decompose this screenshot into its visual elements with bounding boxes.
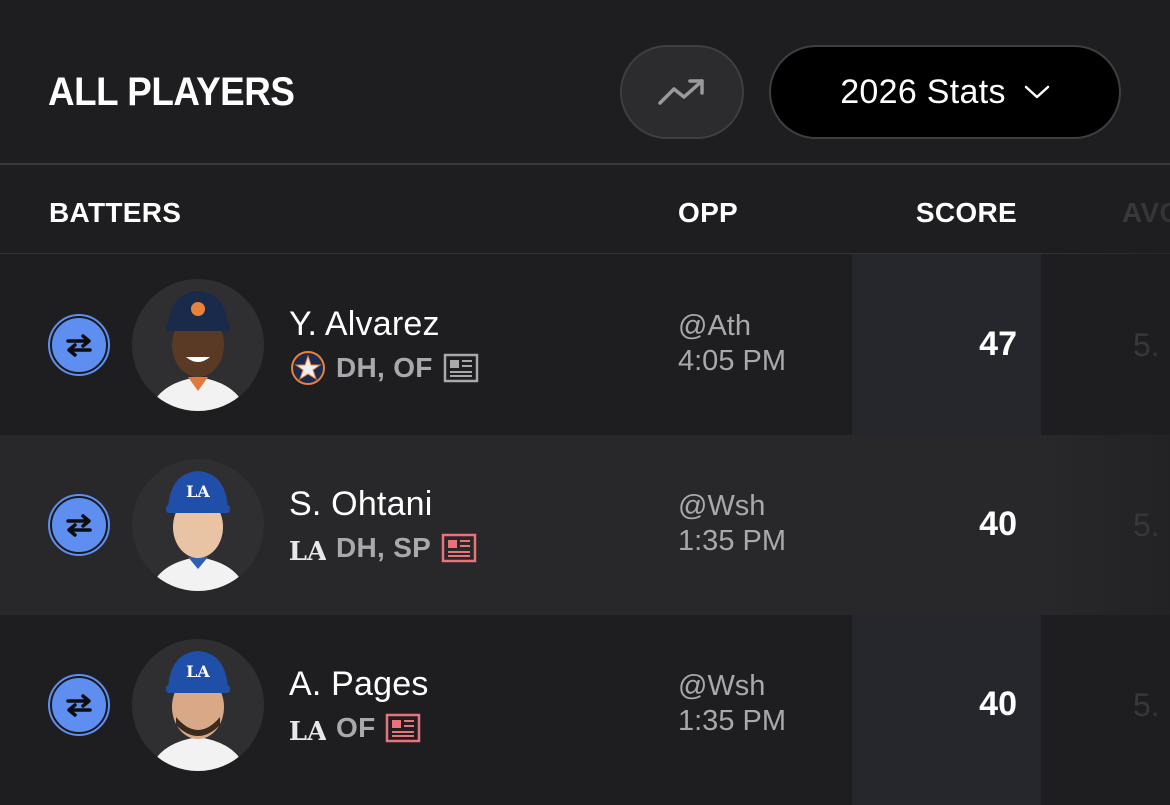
player-meta: LA DH, SP xyxy=(290,530,477,566)
game-time: 4:05 PM xyxy=(678,345,786,377)
player-positions: DH, OF xyxy=(336,352,433,383)
svg-text:LA: LA xyxy=(290,717,326,746)
player-meta: DH, OF xyxy=(290,350,479,386)
player-avatar[interactable] xyxy=(132,279,264,411)
table-row[interactable]: LA A. Pages LA OF @Wsh 1:35 PM 40 5. xyxy=(0,615,1170,795)
opponent: @Wsh xyxy=(678,670,766,702)
astros-logo-icon xyxy=(291,351,325,385)
table-header: BATTERS OPP SCORE AVG xyxy=(0,167,1170,254)
player-avg: 5. xyxy=(1133,687,1160,723)
top-bar: ALL PLAYERS 2026 Stats xyxy=(0,0,1170,165)
dodgers-logo-icon: LA xyxy=(290,717,326,746)
swap-arrows-icon xyxy=(66,514,92,537)
game-time: 1:35 PM xyxy=(678,525,786,557)
player-avatar[interactable]: LA xyxy=(132,639,264,771)
swap-player-button[interactable] xyxy=(48,674,110,736)
svg-text:LA: LA xyxy=(186,662,210,681)
game-time: 1:35 PM xyxy=(678,705,786,737)
player-name[interactable]: S. Ohtani xyxy=(289,485,433,524)
player-meta: LA OF xyxy=(290,710,421,746)
swap-player-button[interactable] xyxy=(48,494,110,556)
player-avg: 5. xyxy=(1133,327,1160,363)
column-header-opp[interactable]: OPP xyxy=(678,197,738,229)
opponent: @Ath xyxy=(678,310,751,342)
trending-up-icon xyxy=(658,79,704,105)
table-row[interactable]: LA S. Ohtani LA DH, SP @Wsh 1:35 PM 40 5… xyxy=(0,435,1170,615)
table-row[interactable]: Y. Alvarez DH, OF @Ath 4:05 PM 47 5. xyxy=(0,255,1170,435)
swap-arrows-icon xyxy=(66,694,92,717)
player-score: 47 xyxy=(979,325,1017,363)
player-positions: OF xyxy=(336,712,376,743)
svg-text:LA: LA xyxy=(186,482,210,501)
opponent: @Wsh xyxy=(678,490,766,522)
player-name[interactable]: A. Pages xyxy=(289,665,429,704)
chevron-down-icon xyxy=(1024,85,1050,99)
player-avg: 5. xyxy=(1133,507,1160,543)
svg-text:LA: LA xyxy=(290,537,326,566)
player-avatar[interactable]: LA xyxy=(132,459,264,591)
news-icon[interactable] xyxy=(441,533,477,563)
page-title: ALL PLAYERS xyxy=(48,70,295,114)
dodgers-logo-icon: LA xyxy=(290,537,326,566)
player-score: 40 xyxy=(979,505,1017,543)
player-name[interactable]: Y. Alvarez xyxy=(289,305,440,344)
player-score: 40 xyxy=(979,685,1017,723)
column-header-avg[interactable]: AVG xyxy=(1122,197,1170,229)
news-icon[interactable] xyxy=(385,713,421,743)
stats-season-label: 2026 Stats xyxy=(840,72,1006,111)
swap-arrows-icon xyxy=(66,334,92,357)
news-icon[interactable] xyxy=(443,353,479,383)
column-header-batters[interactable]: BATTERS xyxy=(49,197,181,229)
player-positions: DH, SP xyxy=(336,532,432,563)
trend-button[interactable] xyxy=(620,45,744,139)
swap-player-button[interactable] xyxy=(48,314,110,376)
stats-season-select[interactable]: 2026 Stats xyxy=(769,45,1121,139)
column-header-score[interactable]: SCORE xyxy=(852,197,1017,229)
